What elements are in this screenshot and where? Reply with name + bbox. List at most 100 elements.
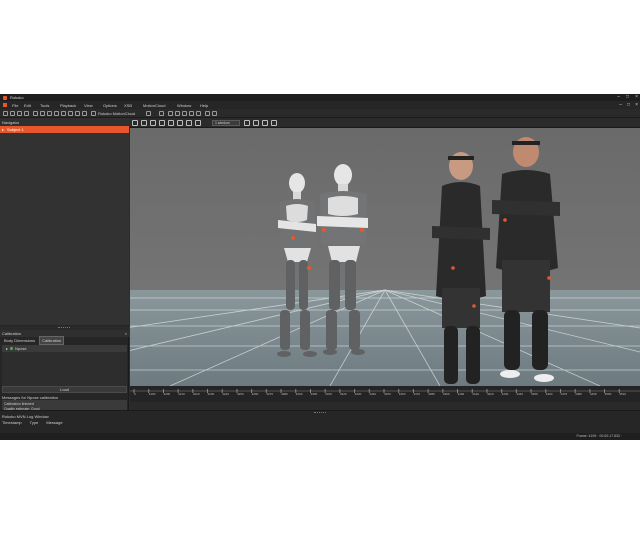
window-layout-select[interactable]: 1 window (212, 120, 240, 126)
layout-single-icon[interactable] (244, 120, 250, 126)
timeline-tick-label: 4190 (148, 392, 156, 396)
dock-close-icon[interactable]: × (635, 102, 638, 108)
actor-male-photo (492, 137, 560, 382)
log-col-message[interactable]: Message (46, 420, 62, 425)
export-icon[interactable] (24, 111, 29, 116)
tab-calibration[interactable]: Calibration (39, 336, 65, 345)
timeline-tick-label: 4510 (619, 392, 626, 396)
record-icon[interactable] (159, 111, 164, 116)
timeline-tick-label: 4330 (354, 392, 362, 396)
restore-icon[interactable]: – (619, 102, 622, 108)
redo-icon[interactable] (47, 111, 52, 116)
forward-icon[interactable] (196, 111, 201, 116)
layout-split-icon[interactable] (253, 120, 259, 126)
sync-icon[interactable] (82, 111, 87, 116)
window-controls: – □ × (617, 95, 638, 100)
timeline-tick-label: 4420 (486, 392, 494, 396)
target-icon[interactable] (146, 111, 151, 116)
move-icon[interactable] (132, 120, 138, 126)
window-title: Rokoko (10, 95, 24, 100)
status-bar: Frame: 4195 · 00:00:17.833 · (0, 433, 640, 440)
save-icon[interactable] (17, 111, 22, 116)
navigator-subject-item[interactable]: ▸ Subject 1 (0, 126, 129, 133)
menu-motioncloud[interactable]: MotionCloud (143, 103, 165, 108)
maximize-icon[interactable]: □ (626, 95, 629, 100)
menu-options[interactable]: Options (103, 103, 117, 108)
layout-quad-icon[interactable] (262, 120, 268, 126)
timeline-tick-label: 4490 (589, 392, 597, 396)
cut-icon[interactable] (54, 111, 59, 116)
npose-item[interactable]: ▸ Npose (2, 345, 127, 352)
menu-xsb[interactable]: XSB (124, 103, 132, 108)
shield-icon[interactable] (195, 120, 201, 126)
timeline-tick-label: 4320 (339, 392, 347, 396)
load-button[interactable]: Load (2, 386, 127, 393)
menu-help[interactable]: Help (200, 103, 208, 108)
timeline-tick-label: 4240 (222, 392, 229, 396)
paste-icon[interactable] (68, 111, 73, 116)
log-col-timestamp[interactable]: Timestamp (2, 420, 22, 425)
character-icon[interactable] (177, 120, 183, 126)
timeline-tick-label: 4500 (604, 392, 612, 396)
minimize-icon[interactable]: – (617, 95, 620, 100)
navigator-header: Navigator (0, 118, 129, 126)
menu-file[interactable]: File (12, 103, 18, 108)
log-splitter[interactable] (0, 411, 640, 414)
expand-icon[interactable]: ▸ (6, 346, 8, 351)
timeline-tick-label: 4460 (545, 392, 553, 396)
marker-icon[interactable] (212, 111, 217, 116)
log-col-type[interactable]: Type (30, 420, 39, 425)
calibration-header: Calibration × (0, 330, 129, 337)
expand-arrow-icon[interactable]: ▸ (2, 127, 4, 132)
subject-label: Subject 1 (7, 127, 24, 132)
panel-close-icon[interactable]: × (125, 331, 127, 336)
motioncloud-button[interactable]: Rokoko MotionCloud (98, 111, 135, 116)
avatar-icon[interactable] (168, 120, 174, 126)
timeline-tick-label: 4220 (192, 392, 200, 396)
timeline-tick-label: 4260 (251, 392, 259, 396)
step-forward-icon[interactable] (189, 111, 194, 116)
undo-icon[interactable] (40, 111, 45, 116)
record-prev-icon[interactable] (33, 111, 38, 116)
npose-label: Npose (15, 346, 27, 351)
viewport-3d[interactable]: 1 window 0 4190 4200 4210 4220 4230 4240… (130, 118, 640, 410)
timeline-tick-label: 4370 (413, 392, 421, 396)
menu-tools[interactable]: Tools (40, 103, 49, 108)
grid-icon[interactable] (141, 120, 147, 126)
step-back-icon[interactable] (175, 111, 180, 116)
timeline-tick-label: 4280 (281, 392, 288, 396)
calibration-tabs: Body Dimensions Calibration (0, 336, 129, 345)
eye-icon[interactable] (186, 120, 192, 126)
copy-icon[interactable] (61, 111, 66, 116)
play-icon[interactable] (182, 111, 187, 116)
scene-canvas[interactable] (130, 128, 640, 386)
tab-body-dimensions[interactable]: Body Dimensions (2, 337, 37, 344)
skeleton-icon[interactable] (159, 120, 165, 126)
float-icon[interactable]: □ (627, 102, 630, 108)
timeline-tick-label: 0 (134, 392, 136, 396)
menu-view[interactable]: View (84, 103, 93, 108)
loop-icon[interactable] (205, 111, 210, 116)
settings-icon[interactable] (75, 111, 80, 116)
menu-bar: File Edit Tools Playback View Options XS… (0, 101, 640, 109)
layout-triple-icon[interactable] (271, 120, 277, 126)
scene-svg (130, 137, 640, 386)
timeline[interactable]: 0 4190 4200 4210 4220 4230 4240 4250 4260 4270 428… (130, 386, 640, 402)
menu-window[interactable]: Window (177, 103, 191, 108)
timeline-tick-label: 4340 (369, 392, 376, 396)
title-bar: Rokoko – □ × (0, 94, 640, 101)
center-of-mass-icon[interactable] (150, 120, 156, 126)
open-file-icon[interactable] (10, 111, 15, 116)
log-title: Rokoko MVN Log Window (2, 414, 49, 419)
menu-edit[interactable]: Edit (24, 103, 31, 108)
new-file-icon[interactable] (3, 111, 8, 116)
timeline-tick-label: 4480 (575, 392, 582, 396)
timeline-tick-label: 4290 (295, 392, 303, 396)
close-icon[interactable]: × (635, 95, 638, 100)
cloud-icon[interactable] (91, 111, 96, 116)
menu-playback[interactable]: Playback (60, 103, 76, 108)
menu-right-controls: – □ × (619, 102, 638, 108)
viewport-toolbar: 1 window (130, 118, 640, 128)
status-ok-icon (10, 347, 14, 350)
rewind-icon[interactable] (168, 111, 173, 116)
